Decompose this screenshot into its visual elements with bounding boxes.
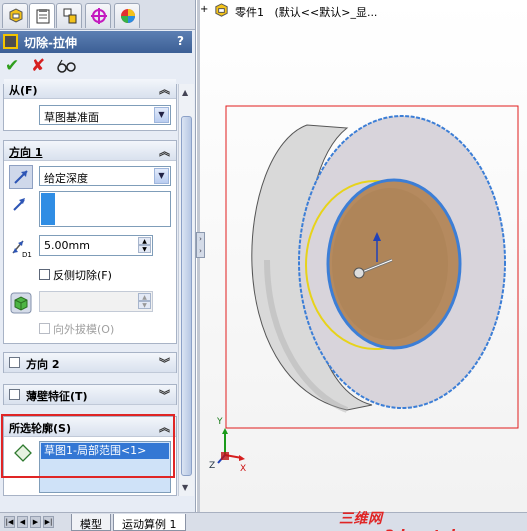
draft-outward-label: 向外拔模(O) [53, 323, 115, 336]
collapse-icon: ︽ [159, 145, 170, 158]
reverse-direction-button[interactable] [9, 165, 33, 189]
expand-icon: ︾ [159, 389, 170, 402]
axis-triad [217, 428, 245, 464]
end-condition-select[interactable]: 给定深度 ▼ [39, 166, 171, 186]
from-group-title: 从(F) [9, 84, 38, 97]
direction1-title: 方向 1 [9, 146, 43, 159]
panel-scrollbar[interactable]: ▲ ▼ [178, 84, 194, 496]
dimxpert-icon [91, 8, 107, 24]
model-viewport[interactable] [197, 0, 527, 512]
direction2-checkbox[interactable] [9, 357, 20, 368]
tab-motion-study[interactable]: 运动算例 1 [113, 514, 186, 531]
display-manager-icon [121, 9, 135, 23]
from-group: 从(F) ︽ 草图基准面 ▼ [3, 79, 177, 131]
manager-tab-bar [0, 0, 195, 30]
selection-color-swatch [41, 193, 55, 225]
configuration-manager-icon [63, 8, 77, 24]
feature-title: 切除-拉伸 [24, 36, 77, 50]
thin-feature-title: 薄壁特征(T) [26, 390, 88, 403]
spin-down-icon[interactable]: ▼ [138, 245, 151, 253]
cut-extrude-icon [3, 34, 18, 49]
thin-feature-group: 薄壁特征(T) ︾ [3, 384, 177, 405]
direction2-title: 方向 2 [26, 358, 60, 371]
direction1-group-header[interactable]: 方向 1 ︽ [4, 141, 176, 161]
tab-configuration-manager[interactable] [56, 3, 82, 28]
part-name: 零件1 (默认<<默认>_显... [235, 4, 377, 20]
direction2-group-header[interactable]: 方向 2 ︾ [4, 353, 176, 373]
spin-down-icon[interactable]: ▼ [138, 301, 151, 309]
selection-highlight-box [1, 414, 175, 478]
thin-feature-group-header[interactable]: 薄壁特征(T) ︾ [4, 385, 176, 405]
spin-up-icon[interactable]: ▲ [138, 293, 151, 301]
preview-button[interactable] [56, 58, 76, 78]
scrollbar-thumb[interactable] [181, 116, 192, 476]
action-buttons: ✔ ✘ [0, 54, 192, 82]
spinner-buttons[interactable]: ▲ ▼ [138, 293, 151, 310]
feature-manager-icon [9, 8, 23, 23]
checkbox-box[interactable] [39, 323, 50, 334]
depth-dimension-icon: D1 [9, 235, 33, 259]
last-tab-nav-icon[interactable]: ▶| [43, 516, 54, 528]
watermark-text: 三维网 www.3dportal.cn [339, 511, 480, 531]
part-icon [213, 2, 230, 22]
part-name-text: 零件1 [235, 6, 264, 19]
direction1-group: 方向 1 ︽ 给定深度 ▼ D1 5.00mm ▲ ▼ 反侧切除(F) ▲ ▼ … [3, 140, 177, 344]
direction-vector-icon [9, 193, 33, 217]
ok-button[interactable]: ✔ [5, 58, 19, 75]
tab-feature-manager[interactable] [2, 3, 28, 28]
tab-property-manager[interactable] [29, 3, 55, 28]
svg-text:D1: D1 [22, 251, 32, 259]
from-group-header[interactable]: 从(F) ︽ [4, 79, 176, 99]
draft-icon [10, 292, 32, 314]
chevron-down-icon[interactable]: ▼ [154, 168, 169, 184]
end-condition-value: 给定深度 [44, 172, 88, 185]
axis-x-label: X [240, 464, 247, 474]
collapse-icon: ︽ [159, 83, 170, 96]
flip-side-label: 反侧切除(F) [53, 269, 112, 282]
depth-value: 5.00mm [44, 239, 90, 252]
prev-tab-nav-icon[interactable]: ◀ [17, 516, 28, 528]
graphics-area[interactable]: Y X Z [197, 0, 527, 512]
flip-side-checkbox[interactable]: 反侧切除(F) [39, 267, 112, 283]
next-tab-nav-icon[interactable]: ▶ [30, 516, 41, 528]
expand-plus-icon[interactable]: + [200, 4, 208, 15]
help-button[interactable]: ? [177, 34, 184, 48]
direction2-group: 方向 2 ︾ [3, 352, 177, 373]
spinner-buttons[interactable]: ▲ ▼ [138, 237, 151, 254]
depth-spinner[interactable]: 5.00mm ▲ ▼ [39, 235, 153, 256]
chevron-down-icon[interactable]: ▼ [154, 107, 169, 123]
expand-icon: ︾ [159, 357, 170, 370]
thin-feature-checkbox[interactable] [9, 389, 20, 400]
start-condition-value: 草图基准面 [44, 111, 99, 124]
axis-z-label: Z [209, 461, 216, 471]
scroll-up-icon[interactable]: ▲ [182, 88, 188, 97]
scroll-down-icon[interactable]: ▼ [182, 483, 188, 492]
spin-up-icon[interactable]: ▲ [138, 237, 151, 245]
draft-angle-spinner[interactable]: ▲ ▼ [39, 291, 153, 312]
axis-y-label: Y [217, 417, 223, 427]
draft-outward-checkbox[interactable]: 向外拔模(O) [39, 321, 114, 337]
panel-collapse-handle[interactable]: › › [196, 232, 205, 258]
checkbox-box[interactable] [39, 269, 50, 280]
first-tab-nav-icon[interactable]: |◀ [4, 516, 15, 528]
glasses-icon [57, 59, 76, 73]
cancel-button[interactable]: ✘ [31, 58, 45, 75]
start-condition-select[interactable]: 草图基准面 ▼ [39, 105, 171, 125]
feature-title-bar: 切除-拉伸 ? [0, 31, 192, 53]
property-manager-icon [36, 9, 50, 24]
direction-vector-field[interactable] [39, 191, 171, 227]
tab-display-manager[interactable] [114, 3, 140, 28]
property-manager-panel: 切除-拉伸 ? ✔ ✘ 从(F) ︽ 草图基准面 ▼ 方向 1 ︽ 给定深度 ▼… [0, 0, 196, 512]
tab-dimxpert-manager[interactable] [85, 3, 111, 28]
draft-button[interactable] [9, 291, 33, 315]
reverse-direction-icon [14, 170, 28, 184]
tab-model[interactable]: 模型 [71, 514, 111, 531]
part-config-text: (默认<<默认>_显... [274, 6, 378, 19]
